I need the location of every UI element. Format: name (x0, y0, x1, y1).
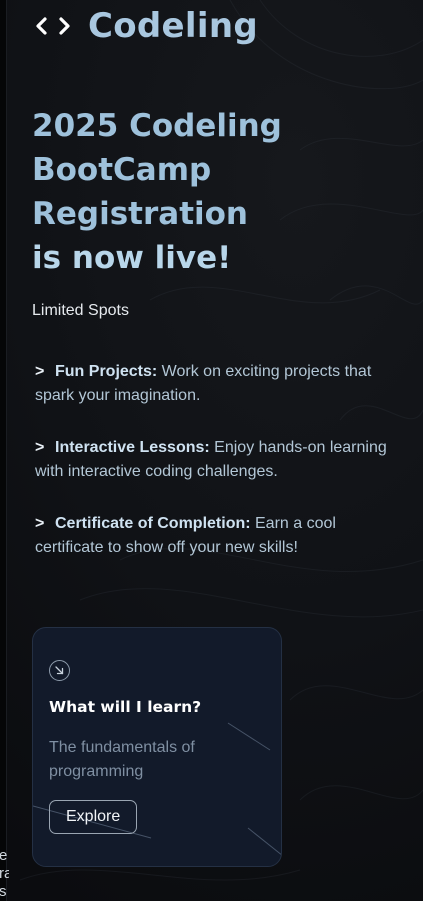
hero-line-2: BootCamp (32, 152, 212, 188)
site-header: Codeling (34, 6, 258, 46)
arrow-down-right-circle-icon (49, 660, 70, 681)
code-brackets-icon (34, 11, 72, 41)
card-title: What will I learn? (49, 698, 202, 716)
left-edge-panel (0, 0, 7, 901)
brand-name[interactable]: Codeling (88, 6, 258, 46)
feature-title: Interactive Lessons: (55, 439, 210, 456)
feature-list: > Fun Projects: Work on exciting projects… (35, 360, 405, 588)
hero-line-1: 2025 Codeling (32, 108, 282, 144)
feature-title: Fun Projects: (55, 363, 158, 380)
feature-item: > Fun Projects: Work on exciting projects… (35, 360, 405, 408)
hero-headline: 2025 Codeling BootCamp Registration is n… (32, 104, 392, 280)
feature-title: Certificate of Completion: (55, 515, 251, 532)
hero-line-4: is now live! (32, 240, 232, 276)
card-description: The fundamentals of programming (49, 739, 195, 780)
feature-item: > Certificate of Completion: Earn a cool … (35, 512, 405, 560)
learn-card: What will I learn? The fundamentals of p… (32, 627, 282, 867)
chevron-right-icon: > (35, 363, 45, 380)
limited-spots-label: Limited Spots (32, 302, 129, 319)
explore-button[interactable]: Explore (49, 800, 138, 834)
clipped-edge-text: e ra s (0, 847, 9, 900)
app-screen: e ra s Codeling 2025 Codeling BootCamp R… (0, 0, 423, 901)
hero-line-3: Registration (32, 196, 249, 232)
chevron-right-icon: > (35, 515, 45, 532)
chevron-right-icon: > (35, 439, 45, 456)
feature-item: > Interactive Lessons: Enjoy hands-on lea… (35, 436, 405, 484)
